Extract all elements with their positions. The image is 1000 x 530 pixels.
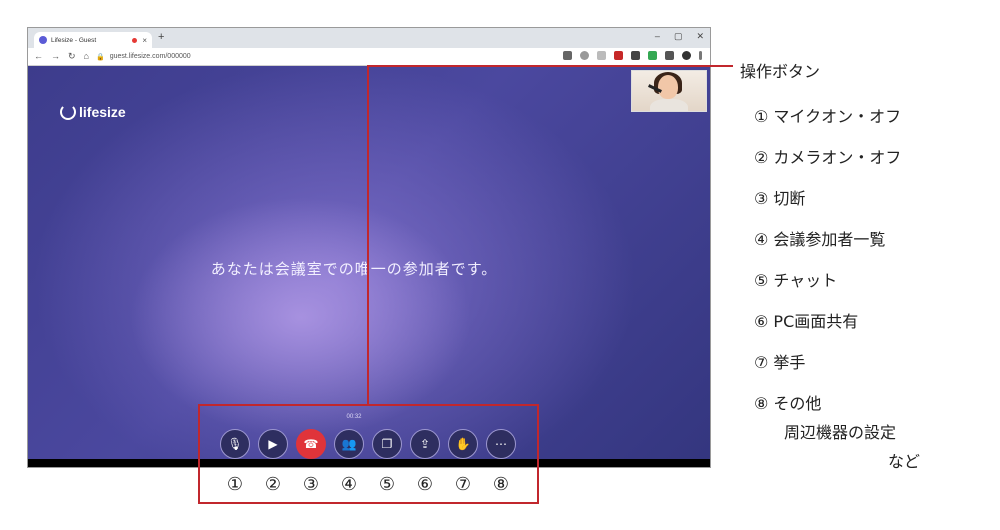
lifesize-logo-icon bbox=[60, 104, 76, 120]
legend-item-8-line-3: など bbox=[888, 452, 921, 471]
legend-item: ④ 会議参加者一覧 bbox=[754, 230, 886, 249]
callout-number: ① bbox=[226, 474, 244, 495]
home-icon[interactable]: ⌂ bbox=[84, 51, 89, 62]
logo-text: lifesize bbox=[79, 104, 126, 120]
recording-dot-icon bbox=[132, 37, 138, 43]
pdf-extension-icon[interactable] bbox=[614, 51, 623, 60]
forward-icon[interactable]: → bbox=[51, 51, 60, 62]
bookmark-star-icon[interactable] bbox=[597, 51, 606, 60]
minimize-button[interactable]: – bbox=[655, 31, 660, 42]
profile-avatar-icon[interactable] bbox=[682, 51, 691, 60]
location-icon[interactable] bbox=[580, 51, 589, 60]
legend-list: ① マイクオン・オフ ② カメラオン・オフ ③ 切断 ④ 会議参加者一覧 ⑤ チ… bbox=[754, 103, 901, 431]
callout-line-vertical bbox=[367, 65, 369, 405]
video-stage: lifesize あなたは会議室での唯一の参加者です。 00:32 🎙 ▶ ☎ … bbox=[28, 66, 710, 459]
callout-number: ⑧ bbox=[492, 474, 510, 495]
camera-permission-icon[interactable] bbox=[563, 51, 572, 60]
browser-window: Lifesize - Guest × + – ▢ ✕ ← → ↻ ⌂ 🔒 gue… bbox=[27, 27, 711, 468]
lock-icon: 🔒 bbox=[96, 53, 105, 61]
reload-icon[interactable]: ↻ bbox=[68, 51, 76, 62]
callout-number: ③ bbox=[302, 474, 320, 495]
puzzle-extension-icon[interactable] bbox=[665, 51, 674, 60]
tab-close-icon[interactable]: × bbox=[142, 36, 147, 45]
callout-number: ⑤ bbox=[378, 474, 396, 495]
legend-title: 操作ボタン bbox=[740, 62, 821, 81]
callout-number: ② bbox=[264, 474, 282, 495]
legend-item: ⑤ チャット bbox=[754, 271, 838, 290]
browser-tab[interactable]: Lifesize - Guest × bbox=[34, 32, 152, 48]
callout-number: ⑦ bbox=[454, 474, 472, 495]
maximize-button[interactable]: ▢ bbox=[674, 31, 683, 42]
legend-item: ⑥ PC画面共有 bbox=[754, 312, 859, 331]
url-text: guest.lifesize.com/000000 bbox=[109, 53, 191, 60]
callout-number: ④ bbox=[340, 474, 358, 495]
legend-item: ② カメラオン・オフ bbox=[754, 148, 902, 167]
lifesize-favicon-icon bbox=[39, 36, 47, 44]
extension-icons bbox=[563, 51, 702, 60]
callout-line-horizontal bbox=[367, 65, 733, 67]
legend-item: ① マイクオン・オフ bbox=[754, 107, 902, 126]
new-tab-button[interactable]: + bbox=[158, 31, 164, 43]
tab-title: Lifesize - Guest bbox=[51, 36, 97, 44]
callout-number: ⑥ bbox=[416, 474, 434, 495]
lifesize-logo: lifesize bbox=[60, 104, 126, 120]
address-bar: ← → ↻ ⌂ 🔒 guest.lifesize.com/000000 bbox=[28, 48, 710, 66]
back-icon[interactable]: ← bbox=[34, 51, 43, 62]
tab-bar: Lifesize - Guest × + – ▢ ✕ bbox=[28, 28, 710, 48]
legend-item: ⑦ 挙手 bbox=[754, 353, 806, 372]
legend-item: ③ 切断 bbox=[754, 189, 806, 208]
callout-numbers: ① ② ③ ④ ⑤ ⑥ ⑦ ⑧ bbox=[220, 474, 516, 495]
window-controls: – ▢ ✕ bbox=[655, 31, 704, 42]
url-field[interactable]: 🔒 guest.lifesize.com/000000 bbox=[96, 50, 546, 63]
legend-item-8-line-2: 周辺機器の設定 bbox=[784, 423, 897, 442]
only-participant-message: あなたは会議室での唯一の参加者です。 bbox=[210, 260, 498, 278]
self-view-video[interactable] bbox=[631, 70, 707, 112]
google-extension-icon[interactable] bbox=[648, 51, 657, 60]
kebab-menu-icon[interactable] bbox=[699, 51, 702, 60]
nav-buttons: ← → ↻ ⌂ bbox=[34, 51, 89, 62]
close-window-button[interactable]: ✕ bbox=[696, 31, 704, 42]
chat-extension-icon[interactable] bbox=[631, 51, 640, 60]
